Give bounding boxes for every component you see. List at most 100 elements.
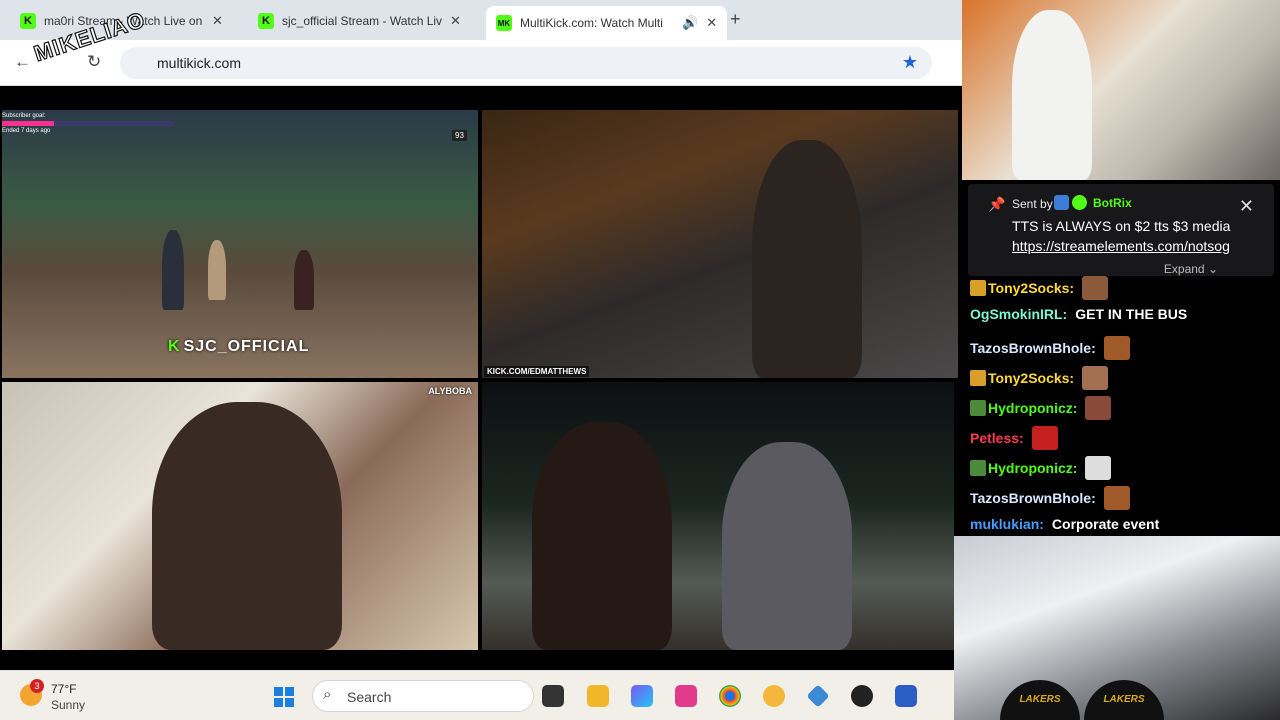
- chat-username[interactable]: TazosBrownBhole:: [970, 490, 1096, 506]
- task-view-icon[interactable]: [542, 685, 564, 707]
- close-icon[interactable]: ✕: [1239, 196, 1254, 217]
- chat-username[interactable]: OgSmokinIRL:: [970, 306, 1067, 322]
- subscriber-goal-overlay: Subscriber goal: Ended 7 days ago: [2, 112, 174, 135]
- pinned-text: TTS is ALWAYS on $2 tts $3 media: [1012, 218, 1231, 234]
- emote-icon: [1082, 276, 1109, 300]
- person-figure: [532, 422, 672, 650]
- app-dark-icon[interactable]: [851, 685, 873, 707]
- copilot-icon[interactable]: [631, 685, 653, 707]
- emote-icon: [1103, 336, 1130, 360]
- bookmark-star-icon[interactable]: ★: [902, 52, 918, 73]
- chrome-icon[interactable]: [719, 685, 741, 707]
- tab-multikick[interactable]: MK MultiKick.com: Watch Multi 🔊 ✕: [486, 6, 728, 40]
- omnibox[interactable]: multikick.com ★: [120, 47, 932, 79]
- chat-message: OgSmokinIRL: GET IN THE BUS: [970, 306, 1187, 322]
- chat-username[interactable]: Petless:: [970, 430, 1024, 446]
- chat-message: TazosBrownBhole:: [970, 486, 1130, 510]
- webcam-room: LAKERS LAKERS: [954, 536, 1280, 720]
- multikick-favicon-icon: MK: [496, 15, 512, 31]
- chat-text: GET IN THE BUS: [1075, 306, 1188, 322]
- weather-condition[interactable]: Sunny: [51, 698, 85, 712]
- word-icon[interactable]: [895, 685, 917, 707]
- windows-start-icon[interactable]: [274, 687, 294, 707]
- person-figure: [294, 250, 314, 310]
- reload-icon[interactable]: ↻: [87, 52, 101, 72]
- pinned-link[interactable]: https://streamelements.com/notsogoodtts: [1012, 238, 1230, 254]
- chat-message: Hydroponicz:: [970, 456, 1112, 480]
- bot-badge-icon: [1054, 195, 1069, 210]
- verified-badge-icon: [1072, 195, 1087, 210]
- close-icon[interactable]: ✕: [212, 13, 223, 29]
- sent-by-label: Sent by: [1012, 197, 1053, 211]
- stream-overlay-name: ALYBOBA: [428, 386, 472, 396]
- speaker-icon[interactable]: 🔊: [682, 15, 698, 31]
- chat-message: Tony2Socks:: [970, 366, 1109, 390]
- chat-username[interactable]: Tony2Socks:: [988, 370, 1074, 386]
- emote-icon: [1085, 396, 1112, 420]
- person-figure: [1012, 10, 1092, 180]
- goal-progress-bar: [2, 121, 174, 126]
- webcam-kitchen: [962, 0, 1280, 180]
- app-diamond-icon[interactable]: [806, 684, 830, 708]
- bot-name: BotRix: [1054, 195, 1132, 210]
- weather-alert-badge: 3: [30, 679, 44, 693]
- chat-username[interactable]: Hydroponicz:: [988, 460, 1077, 476]
- person-figure: [722, 442, 852, 650]
- goal-label: Subscriber goal:: [2, 113, 46, 119]
- emote-icon: [1085, 456, 1112, 480]
- viewer-badge: 93: [452, 130, 467, 141]
- temperature-text[interactable]: 77°F: [51, 682, 76, 696]
- chat-username[interactable]: Hydroponicz:: [988, 400, 1077, 416]
- person-figure: [208, 240, 226, 300]
- windows-taskbar: 3 77°F Sunny ⌕ Search: [0, 670, 954, 720]
- search-icon: ⌕: [323, 686, 332, 703]
- kick-favicon-icon: K: [258, 13, 274, 29]
- stream-tile-alyboba[interactable]: ALYBOBA: [2, 382, 478, 650]
- emote-icon: [1082, 366, 1109, 390]
- stream-overlay-name: KICK.COM/EDMATTHEWS: [484, 366, 590, 377]
- pinned-message: 📌 Sent by BotRix ✕ TTS is ALWAYS on $2 t…: [968, 184, 1274, 276]
- lakers-chair: LAKERS: [1084, 680, 1164, 720]
- chat-message: Hydroponicz:: [970, 396, 1112, 420]
- chat-text: Corporate event: [1051, 516, 1160, 532]
- brightness-app-icon[interactable]: [763, 685, 785, 707]
- chat-username[interactable]: Tony2Socks:: [988, 280, 1074, 296]
- user-badge-icon: [970, 400, 986, 416]
- address-bar-row: ← ↻ multikick.com ★: [0, 40, 962, 86]
- multistream-grid: Subscriber goal: Ended 7 days ago 93 K SJ…: [0, 88, 960, 670]
- taskbar-search[interactable]: ⌕ Search: [312, 680, 534, 712]
- close-icon[interactable]: ✕: [450, 13, 461, 29]
- person-figure: [162, 230, 184, 310]
- search-placeholder: Search: [347, 689, 392, 705]
- back-arrow-icon[interactable]: ←: [14, 52, 31, 72]
- new-tab-button[interactable]: +: [730, 9, 741, 30]
- chat-message: TazosBrownBhole:: [970, 336, 1130, 360]
- stream-tile-irl[interactable]: [482, 382, 954, 650]
- chat-message: Petless:: [970, 426, 1058, 450]
- stream-overlay-name: K SJC_OFFICIAL: [168, 338, 310, 355]
- goal-progress-fill: [2, 121, 54, 126]
- chat-message: Tony2Socks:: [970, 276, 1109, 300]
- chat-username[interactable]: muklukian:: [970, 516, 1044, 532]
- stream-tile-sjc-official[interactable]: Subscriber goal: Ended 7 days ago 93 K SJ…: [2, 110, 478, 378]
- close-icon[interactable]: ✕: [706, 15, 717, 31]
- tab-title: sjc_official Stream - Watch Live: [282, 14, 442, 28]
- stream-tile-edmatthews[interactable]: KICK.COM/EDMATTHEWS: [482, 110, 958, 378]
- url-text[interactable]: multikick.com: [157, 55, 241, 71]
- user-badge-icon: [970, 460, 986, 476]
- emote-icon: [1031, 426, 1058, 450]
- tab-sjc-official[interactable]: K sjc_official Stream - Watch Live ✕: [248, 6, 471, 36]
- user-badge-icon: [970, 370, 986, 386]
- lakers-chair: LAKERS: [1000, 680, 1080, 720]
- app-p-icon[interactable]: [675, 685, 697, 707]
- person-figure: [152, 402, 342, 650]
- expand-button[interactable]: Expand ⌄: [1164, 262, 1218, 276]
- chat-username[interactable]: TazosBrownBhole:: [970, 340, 1096, 356]
- kick-favicon-icon: K: [20, 13, 36, 29]
- user-badge-icon: [970, 280, 986, 296]
- file-explorer-icon[interactable]: [587, 685, 609, 707]
- tab-title: MultiKick.com: Watch Multi: [520, 16, 663, 30]
- goal-status: Ended 7 days ago: [2, 128, 51, 134]
- chat-panel: 📌 Sent by BotRix ✕ TTS is ALWAYS on $2 t…: [962, 180, 1280, 536]
- chat-message: muklukian: Corporate event: [970, 516, 1159, 532]
